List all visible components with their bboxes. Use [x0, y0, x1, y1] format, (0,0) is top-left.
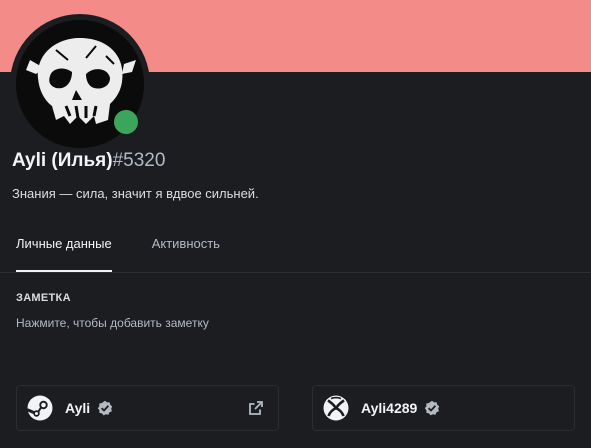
- connection-xbox: Ayli4289: [312, 385, 575, 431]
- verified-check-icon: [97, 400, 113, 416]
- external-link-icon[interactable]: [248, 400, 264, 416]
- profile-tabs: Личные данные Активность: [16, 236, 220, 272]
- tab-activity[interactable]: Активность: [152, 236, 220, 272]
- status-indicator: [114, 110, 138, 134]
- tab-user-info[interactable]: Личные данные: [16, 236, 112, 272]
- note-input[interactable]: Нажмите, чтобы добавить заметку: [16, 316, 416, 330]
- steam-icon: [27, 395, 53, 421]
- xbox-account-name: Ayli4289: [361, 400, 418, 416]
- verified-check-icon: [425, 400, 440, 416]
- note-heading: ЗАМЕТКА: [16, 292, 71, 304]
- username-discriminator: #5320: [112, 150, 166, 171]
- profile-about: Знания — сила, значит я вдвое сильней.: [12, 186, 259, 201]
- tabs-divider: [0, 272, 591, 273]
- profile-username[interactable]: Ayli (Илья)#5320: [12, 150, 165, 172]
- username-text: Ayli (Илья): [12, 150, 113, 171]
- xbox-icon: [323, 395, 349, 421]
- steam-account-name: Ayli: [65, 400, 91, 416]
- connection-steam: Ayli: [16, 385, 279, 431]
- online-status-icon: [114, 110, 138, 134]
- avatar-wrapper: [10, 14, 150, 154]
